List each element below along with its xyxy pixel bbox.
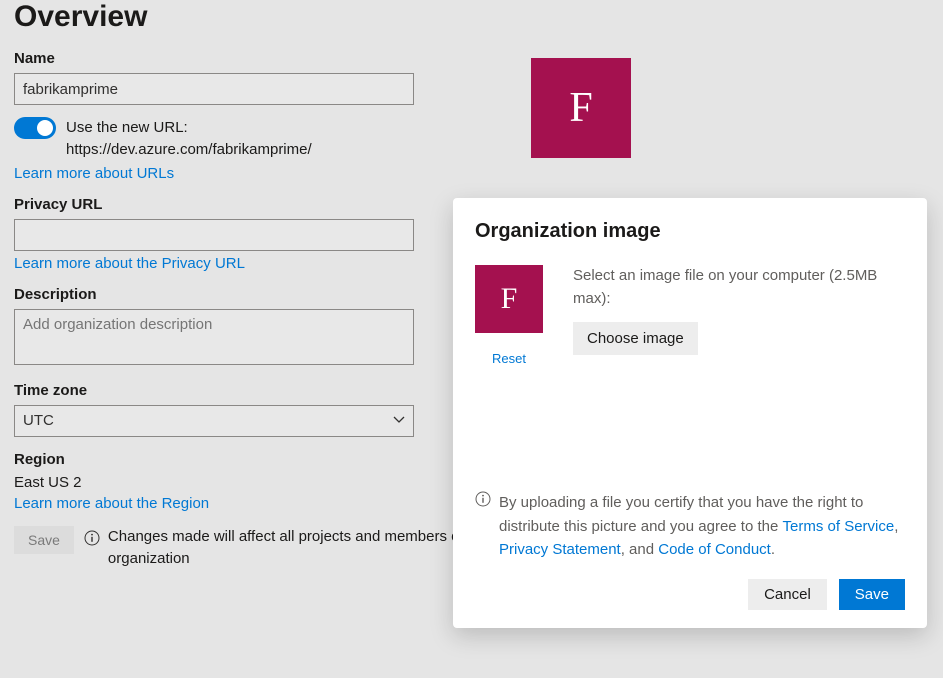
timezone-select[interactable]: [14, 405, 414, 437]
info-icon: [475, 491, 491, 510]
terms-of-service-link[interactable]: Terms of Service: [783, 515, 895, 538]
organization-image-dialog: Organization image F Reset Select an ima…: [453, 198, 927, 628]
dialog-preview-letter: F: [501, 282, 518, 316]
cancel-button[interactable]: Cancel: [748, 579, 827, 610]
sep: ,: [894, 518, 898, 535]
toggle-knob: [37, 120, 53, 136]
org-image-tile[interactable]: F: [531, 58, 631, 158]
url-toggle-text: Use the new URL: https://dev.azure.com/f…: [66, 117, 434, 161]
certify-text: By uploading a file you certify that you…: [499, 491, 905, 561]
code-of-conduct-link[interactable]: Code of Conduct: [658, 538, 771, 561]
org-tile-letter: F: [569, 84, 592, 132]
url-toggle[interactable]: [14, 117, 56, 139]
reset-link[interactable]: Reset: [492, 351, 526, 366]
learn-more-privacy-link[interactable]: Learn more about the Privacy URL: [14, 255, 245, 272]
select-image-text: Select an image file on your computer (2…: [573, 265, 905, 310]
description-input[interactable]: [14, 309, 414, 365]
sep: , and: [621, 541, 659, 558]
name-label: Name: [14, 50, 929, 67]
learn-more-region-link[interactable]: Learn more about the Region: [14, 495, 209, 512]
save-page-button: Save: [14, 526, 74, 554]
privacy-statement-link[interactable]: Privacy Statement: [499, 538, 621, 561]
dialog-title: Organization image: [475, 220, 905, 243]
save-button[interactable]: Save: [839, 579, 905, 610]
learn-more-urls-link[interactable]: Learn more about URLs: [14, 165, 174, 182]
page-title: Overview: [14, 0, 929, 34]
info-icon: [84, 530, 100, 549]
dialog-image-preview: F: [475, 265, 543, 333]
period: .: [771, 541, 775, 558]
privacy-url-input[interactable]: [14, 219, 414, 251]
name-input[interactable]: [14, 73, 414, 105]
choose-image-button[interactable]: Choose image: [573, 322, 698, 355]
